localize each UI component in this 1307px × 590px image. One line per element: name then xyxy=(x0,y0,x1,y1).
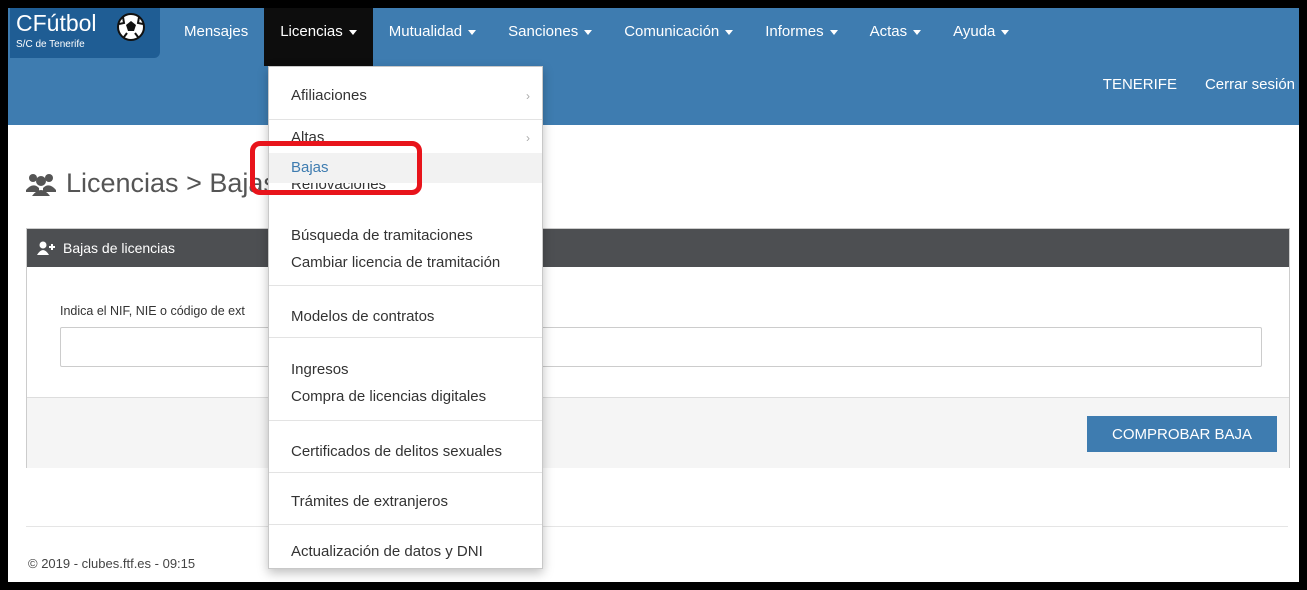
page-title-text: Licencias > Bajas xyxy=(66,168,277,198)
panel-header: Bajas de licencias xyxy=(27,229,1289,267)
menu-item-label: Bajas xyxy=(291,159,329,176)
menu-item-afiliaciones[interactable]: Afiliaciones › xyxy=(269,81,542,111)
app-frame: CFútbol S/C de Tenerife Mensajes Licenci… xyxy=(8,8,1299,582)
caret-down-icon xyxy=(584,29,593,35)
menu-item-actualizacion[interactable]: Actualización de datos y DNI xyxy=(269,537,542,567)
brand-name: CFútbol xyxy=(16,10,97,36)
nav-label: Comunicación xyxy=(624,23,720,40)
nav-label: Mensajes xyxy=(184,23,249,40)
user-name-link[interactable]: TENERIFE xyxy=(1103,76,1177,93)
nav-label: Mutualidad xyxy=(388,23,463,40)
menu-item-label: Búsqueda de tramitaciones xyxy=(291,227,473,244)
menu-item-altas[interactable]: Altas › xyxy=(269,131,542,145)
nav-mensajes[interactable]: Mensajes xyxy=(168,8,264,66)
nav-label: Informes xyxy=(765,23,824,40)
user-nav: TENERIFE Cerrar sesión xyxy=(1103,76,1299,93)
menu-divider xyxy=(269,337,542,338)
comprobar-baja-button[interactable]: COMPROBAR BAJA xyxy=(1087,416,1277,452)
users-icon xyxy=(26,173,56,196)
main-nav: Mensajes Licencias Mutualidad Sanciones … xyxy=(168,8,1025,66)
menu-item-label: Actualización de datos y DNI xyxy=(291,543,483,560)
brand-subtitle: S/C de Tenerife xyxy=(16,39,85,50)
menu-item-compra[interactable]: Compra de licencias digitales xyxy=(269,382,542,412)
chevron-right-icon: › xyxy=(526,131,530,145)
caret-down-icon xyxy=(1001,29,1010,35)
navbar: CFútbol S/C de Tenerife Mensajes Licenci… xyxy=(8,8,1299,125)
caret-down-icon xyxy=(725,29,734,35)
menu-item-label: Compra de licencias digitales xyxy=(291,388,487,405)
licencias-dropdown: Afiliaciones › Altas › Bajas Renovacione… xyxy=(268,66,543,569)
logout-link[interactable]: Cerrar sesión xyxy=(1205,76,1295,93)
caret-down-icon xyxy=(829,29,838,35)
menu-divider xyxy=(269,119,542,120)
nav-comunicacion[interactable]: Comunicación xyxy=(608,8,749,66)
nav-actas[interactable]: Actas xyxy=(854,8,938,66)
menu-divider xyxy=(269,285,542,286)
nav-sanciones[interactable]: Sanciones xyxy=(492,8,608,66)
brand-logo[interactable]: CFútbol S/C de Tenerife xyxy=(10,8,160,58)
chevron-right-icon: › xyxy=(526,89,530,103)
footer-divider xyxy=(26,526,1288,527)
menu-item-modelos[interactable]: Modelos de contratos xyxy=(269,302,542,332)
page-footer: © 2019 - clubes.ftf.es - 09:15 xyxy=(28,556,196,571)
nav-label: Actas xyxy=(869,23,908,40)
panel-title: Bajas de licencias xyxy=(63,240,176,256)
menu-item-label: Cambiar licencia de tramitación xyxy=(291,254,501,271)
panel-footer: COMPROBAR BAJA xyxy=(27,397,1289,468)
menu-item-label: Renovaciones xyxy=(291,183,387,193)
page-title: Licencias > Bajas xyxy=(26,168,277,199)
menu-item-busqueda[interactable]: Búsqueda de tramitaciones xyxy=(269,221,542,251)
menu-item-label: Trámites de extranjeros xyxy=(291,493,449,510)
nav-ayuda[interactable]: Ayuda xyxy=(937,8,1025,66)
nav-licencias[interactable]: Licencias xyxy=(264,8,373,66)
menu-item-label: Modelos de contratos xyxy=(291,308,435,325)
menu-divider xyxy=(269,472,542,473)
soccer-ball-icon xyxy=(117,13,145,41)
menu-item-cambiar[interactable]: Cambiar licencia de tramitación xyxy=(269,248,542,278)
bajas-panel: Bajas de licencias Indica el NIF, NIE o … xyxy=(26,228,1290,468)
menu-item-label: Certificados de delitos sexuales xyxy=(291,443,502,460)
nav-label: Sanciones xyxy=(508,23,579,40)
nif-input[interactable] xyxy=(60,327,1262,367)
menu-divider xyxy=(269,420,542,421)
menu-item-label: Ingresos xyxy=(291,361,349,378)
nav-mutualidad[interactable]: Mutualidad xyxy=(373,8,492,66)
caret-down-icon xyxy=(913,29,922,35)
menu-item-certificados[interactable]: Certificados de delitos sexuales xyxy=(269,437,542,467)
caret-down-icon xyxy=(468,29,477,35)
menu-item-renovaciones[interactable]: Renovaciones xyxy=(269,183,542,193)
menu-item-label: Afiliaciones xyxy=(291,87,367,104)
nav-label: Licencias xyxy=(280,23,343,40)
nav-informes[interactable]: Informes xyxy=(749,8,853,66)
user-plus-icon xyxy=(37,241,55,255)
menu-item-label: Altas xyxy=(291,131,325,145)
menu-item-bajas[interactable]: Bajas xyxy=(269,153,542,183)
menu-item-tramites[interactable]: Trámites de extranjeros xyxy=(269,487,542,517)
menu-divider xyxy=(269,524,542,525)
menu-item-ingresos[interactable]: Ingresos xyxy=(269,355,542,385)
nav-label: Ayuda xyxy=(953,23,996,40)
caret-down-icon xyxy=(348,29,357,35)
nif-label: Indica el NIF, NIE o código de ext xyxy=(60,304,245,318)
